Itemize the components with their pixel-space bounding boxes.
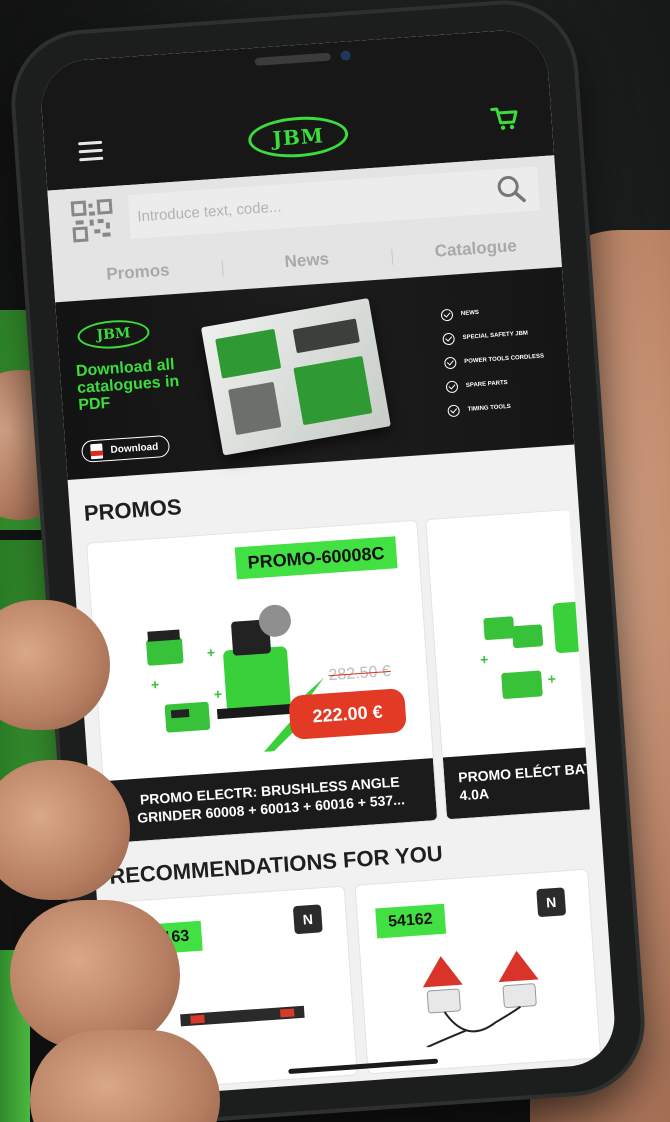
pdf-file-icon [90,443,104,460]
svg-text:+: + [150,676,159,693]
svg-text:+: + [547,670,556,687]
tab-promos[interactable]: Promos [53,257,223,289]
catalogue-image [200,298,391,456]
trailer-lights-image [422,950,539,1049]
promo-caption: PROMO ELECTR: BRUSHLESS ANGLE GRINDER 60… [103,758,438,844]
cart-icon[interactable] [488,102,520,134]
check-icon [440,308,454,322]
earpiece-speaker [254,52,331,66]
svg-text:+: + [213,686,222,703]
banner-title: Download all catalogues in PDF [75,356,180,415]
promo-code-badge: PROMO-60008C [234,536,398,580]
check-icon [445,380,459,394]
search-icon[interactable] [495,173,527,205]
download-button[interactable]: Download [80,434,170,463]
finger [30,1030,220,1122]
catalogue-banner[interactable]: JBM Download all catalogues in PDF Downl… [55,266,575,480]
svg-text:+: + [480,651,489,668]
battery-kit-image: + + [480,600,590,699]
new-badge: N [536,887,567,918]
product-code-badge: 54162 [375,903,446,939]
tab-catalogue[interactable]: Catalogue [391,233,561,265]
tab-news[interactable]: News [222,245,392,277]
promo-card[interactable]: + + PROMO ELÉCT BATERÍA 4.0A [425,509,590,821]
hamburger-menu-icon[interactable] [78,140,104,163]
old-price: 282.50 € [327,662,392,685]
promo-price: 222.00 € [288,688,407,740]
new-badge: N [292,904,323,935]
promos-carousel[interactable]: PROMO-60008C + + + 282.50 € 222.00 € PRO… [86,509,590,845]
product-card[interactable]: 54162 N [354,868,602,1075]
promo-card[interactable]: PROMO-60008C + + + 282.50 € 222.00 € PRO… [86,519,439,845]
brand-logo[interactable]: JBM [246,113,350,161]
banner-feature-list: NEWS SPECIAL SAFETY JBM POWER TOOLS CORD… [440,296,558,423]
banner-logo: JBM [76,317,151,351]
finger [10,900,180,1050]
check-icon [443,356,457,370]
front-camera [340,50,351,61]
svg-text:+: + [206,644,215,661]
download-label: Download [110,441,159,456]
check-icon [447,404,461,418]
promo-caption: PROMO ELÉCT BATERÍA 4.0A [442,743,590,820]
check-icon [442,332,456,346]
qr-code-icon[interactable] [70,198,115,243]
